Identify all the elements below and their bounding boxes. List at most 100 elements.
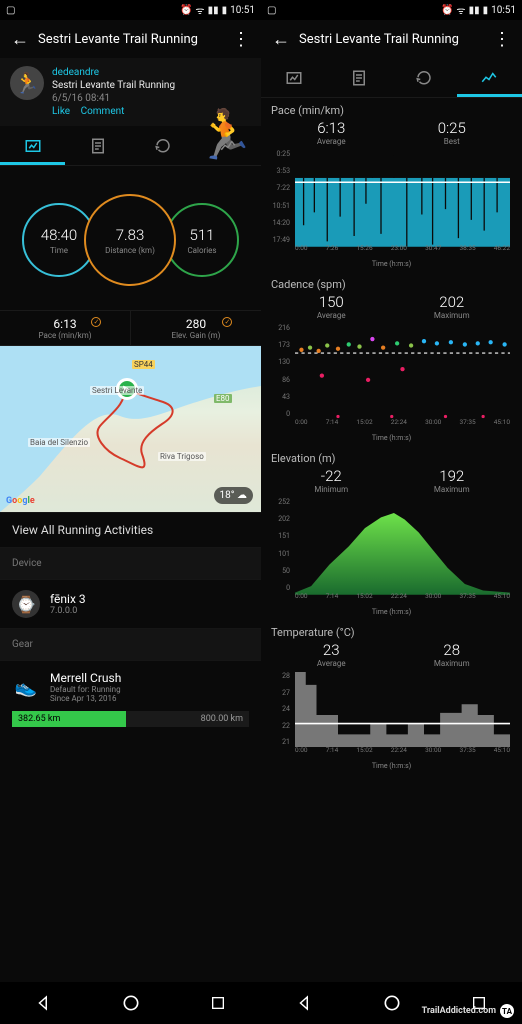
tab-laps[interactable] bbox=[392, 58, 457, 97]
ring-distance[interactable]: 7.83 Distance (km) bbox=[84, 194, 176, 286]
gear-total-km: 800.00 km bbox=[201, 711, 243, 727]
device-name: fēnix 3 bbox=[50, 592, 86, 606]
pace-yticks: 0:253:537:2210:5114:2017:49 bbox=[271, 150, 293, 244]
gear-progress: 382.65 km 800.00 km bbox=[12, 711, 249, 727]
ring-calories-value: 511 bbox=[190, 226, 215, 244]
elevation-plot bbox=[295, 498, 510, 595]
watch-icon: ⌚ bbox=[12, 590, 40, 618]
summary-rings: 48:40 Time 7.83 Distance (km) 511 Calori… bbox=[0, 170, 261, 310]
map-road-label: E80 bbox=[214, 394, 232, 403]
ring-time-label: Time bbox=[50, 246, 68, 255]
battery-icon: ▮ bbox=[483, 5, 489, 16]
phone-left: ▢ ⏰ ᯤ ▮▮ ▮ 10:51 ← Sestri Levante Trail … bbox=[0, 0, 261, 1024]
chart-pace: Pace (min/km) 6:13Average 0:25Best 0:253… bbox=[261, 98, 522, 272]
ring-distance-value: 7.83 bbox=[116, 226, 145, 244]
status-time: 10:51 bbox=[491, 5, 516, 16]
alarm-icon: ⏰ bbox=[180, 5, 192, 16]
status-bar: ▢ ⏰ ᯤ ▮▮ ▮ 10:51 bbox=[261, 0, 522, 20]
avatar[interactable]: 🏃 bbox=[10, 66, 44, 100]
alarm-icon: ⏰ bbox=[441, 5, 453, 16]
tabs bbox=[261, 58, 522, 98]
charts-scroll[interactable]: Pace (min/km) 6:13Average 0:25Best 0:253… bbox=[261, 98, 522, 982]
device-row[interactable]: ⌚ fēnix 3 7.0.0.0 bbox=[0, 579, 261, 628]
gear-since: Since Apr 13, 2016 bbox=[50, 694, 121, 703]
tab-charts[interactable] bbox=[196, 126, 261, 165]
temperature-yticks: 2827242221 bbox=[271, 672, 293, 746]
phone-right: ▢ ⏰ ᯤ ▮▮ ▮ 10:51 ← Sestri Levante Trail … bbox=[261, 0, 522, 1024]
post-author[interactable]: dedeandre bbox=[52, 66, 175, 79]
gear-current-km: 382.65 km bbox=[18, 711, 60, 727]
screenshot-icon: ▢ bbox=[6, 5, 15, 16]
temperature-plot bbox=[295, 672, 510, 747]
tab-charts[interactable] bbox=[457, 58, 522, 97]
post-date: 6/5/16 08:41 bbox=[52, 92, 175, 105]
chart-cadence: Cadence (spm) 150Average 202Maximum 2161… bbox=[261, 272, 522, 446]
map-label: Sestri Levante bbox=[90, 386, 144, 395]
gear-row[interactable]: 👟 Merrell Crush Default for: Running Sin… bbox=[0, 660, 261, 737]
google-logo: Google bbox=[6, 496, 35, 506]
stats-row: 6:13 Pace (min/km) ✓ 280 Elev. Gain (m) … bbox=[0, 310, 261, 346]
post-header: 🏃 dedeandre Sestri Levante Trail Running… bbox=[0, 58, 261, 126]
signal-icon: ▮▮ bbox=[469, 5, 480, 16]
battery-icon: ▮ bbox=[222, 5, 228, 16]
pace-plot bbox=[295, 150, 510, 247]
android-navbar bbox=[0, 982, 261, 1024]
ring-calories[interactable]: 511 Calories bbox=[165, 203, 239, 277]
elevation-chart-canvas[interactable]: 252202151101500 0:007:1415:0222:2430:003… bbox=[271, 498, 512, 606]
back-button[interactable]: ← bbox=[269, 29, 293, 50]
cadence-xticks: 0:007:1415:0222:2430:0037:3545:10 bbox=[295, 418, 510, 432]
elevation-xticks: 0:007:1415:0222:2430:0037:3545:10 bbox=[295, 592, 510, 606]
ring-time-value: 48:40 bbox=[41, 226, 77, 244]
back-button[interactable]: ← bbox=[8, 29, 32, 50]
stat-pace[interactable]: 6:13 Pace (min/km) ✓ bbox=[0, 311, 130, 345]
badge-icon: ✓ bbox=[222, 317, 232, 327]
cadence-plot bbox=[295, 324, 510, 421]
watermark: TrailAddicted.comTA bbox=[422, 1004, 514, 1018]
gear-default: Default for: Running bbox=[50, 685, 121, 694]
wifi-icon: ᯤ bbox=[456, 3, 465, 17]
title-bar: ← Sestri Levante Trail Running ⋮ bbox=[0, 20, 261, 58]
elevation-yticks: 252202151101500 bbox=[271, 498, 293, 592]
cadence-chart-canvas[interactable]: 21617313086430 0:007:1415:0222:2430:0 bbox=[271, 324, 512, 432]
page-title: Sestri Levante Trail Running bbox=[32, 32, 229, 47]
overflow-menu[interactable]: ⋮ bbox=[229, 29, 253, 50]
temperature-chart-canvas[interactable]: 2827242221 0:007:1415:0222:2430:0037:354… bbox=[271, 672, 512, 760]
nav-home[interactable] bbox=[381, 992, 403, 1014]
tabs bbox=[0, 126, 261, 166]
tab-splits[interactable] bbox=[65, 126, 130, 165]
nav-home[interactable] bbox=[120, 992, 142, 1014]
pace-chart-canvas[interactable]: 0:253:537:2210:5114:2017:49 0:007:2615:2… bbox=[271, 150, 512, 258]
post-activity-title: Sestri Levante Trail Running bbox=[52, 79, 175, 92]
overflow-menu[interactable]: ⋮ bbox=[490, 29, 514, 50]
temperature-xticks: 0:007:1415:0222:2430:0037:3545:10 bbox=[295, 746, 510, 760]
title-bar: ← Sestri Levante Trail Running ⋮ bbox=[261, 20, 522, 58]
page-title: Sestri Levante Trail Running bbox=[293, 32, 490, 47]
view-all-activities[interactable]: View All Running Activities bbox=[0, 512, 261, 547]
map-label: Riva Trigoso bbox=[158, 452, 206, 461]
shoe-icon: 👟 bbox=[12, 673, 40, 701]
like-link[interactable]: Like bbox=[52, 106, 70, 117]
wifi-icon: ᯤ bbox=[195, 3, 204, 17]
route-map[interactable]: ▶ Sestri Levante Baia del Silenzio Riva … bbox=[0, 346, 261, 512]
tab-overview[interactable] bbox=[0, 126, 65, 165]
tab-laps[interactable] bbox=[131, 126, 196, 165]
screenshot-icon: ▢ bbox=[267, 5, 276, 16]
ring-calories-label: Calories bbox=[187, 246, 216, 255]
nav-back[interactable] bbox=[33, 992, 55, 1014]
signal-icon: ▮▮ bbox=[208, 5, 219, 16]
device-section-label: Device bbox=[0, 547, 261, 579]
ring-distance-label: Distance (km) bbox=[105, 246, 155, 255]
badge-icon: ✓ bbox=[91, 317, 101, 327]
device-version: 7.0.0.0 bbox=[50, 606, 86, 616]
status-time: 10:51 bbox=[230, 5, 255, 16]
cadence-yticks: 21617313086430 bbox=[271, 324, 293, 418]
comment-link[interactable]: Comment bbox=[81, 106, 125, 117]
tab-splits[interactable] bbox=[326, 58, 391, 97]
watermark-logo: TA bbox=[500, 1004, 514, 1018]
nav-back[interactable] bbox=[294, 992, 316, 1014]
nav-recent[interactable] bbox=[207, 992, 229, 1014]
gear-name: Merrell Crush bbox=[50, 671, 121, 685]
stat-elev[interactable]: 280 Elev. Gain (m) ✓ bbox=[130, 311, 261, 345]
map-road-label: SP44 bbox=[132, 360, 155, 369]
tab-overview[interactable] bbox=[261, 58, 326, 97]
